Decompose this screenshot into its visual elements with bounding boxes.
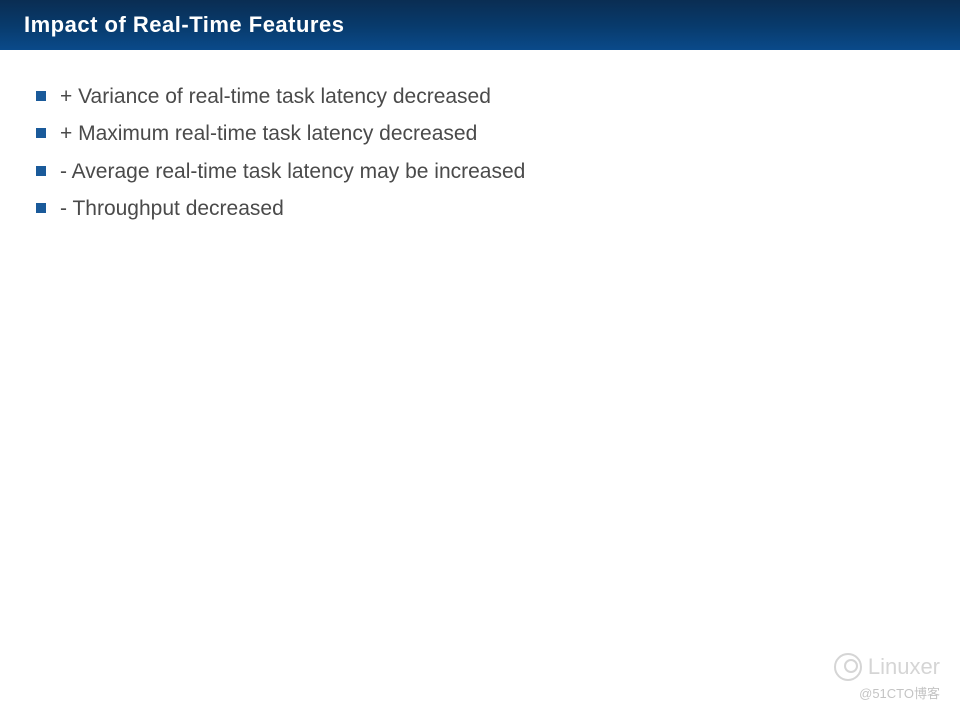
list-item: - Throughput decreased [36,194,924,223]
slide-content: + Variance of real-time task latency dec… [0,50,960,264]
watermark: Linuxer @51CTO博客 [834,653,940,702]
square-bullet-icon [36,166,46,176]
square-bullet-icon [36,91,46,101]
square-bullet-icon [36,203,46,213]
bullet-text: - Average real-time task latency may be … [60,157,525,186]
bullet-text: + Variance of real-time task latency dec… [60,82,491,111]
square-bullet-icon [36,128,46,138]
watermark-name: Linuxer [868,654,940,680]
wechat-icon [834,653,862,681]
list-item: + Maximum real-time task latency decreas… [36,119,924,148]
bullet-text: - Throughput decreased [60,194,284,223]
list-item: + Variance of real-time task latency dec… [36,82,924,111]
list-item: - Average real-time task latency may be … [36,157,924,186]
watermark-top: Linuxer [834,653,940,681]
watermark-subtitle: @51CTO博客 [859,683,940,702]
bullet-text: + Maximum real-time task latency decreas… [60,119,477,148]
bullet-list: + Variance of real-time task latency dec… [36,82,924,224]
slide-title: Impact of Real-Time Features [24,12,344,38]
slide-title-bar: Impact of Real-Time Features [0,0,960,50]
